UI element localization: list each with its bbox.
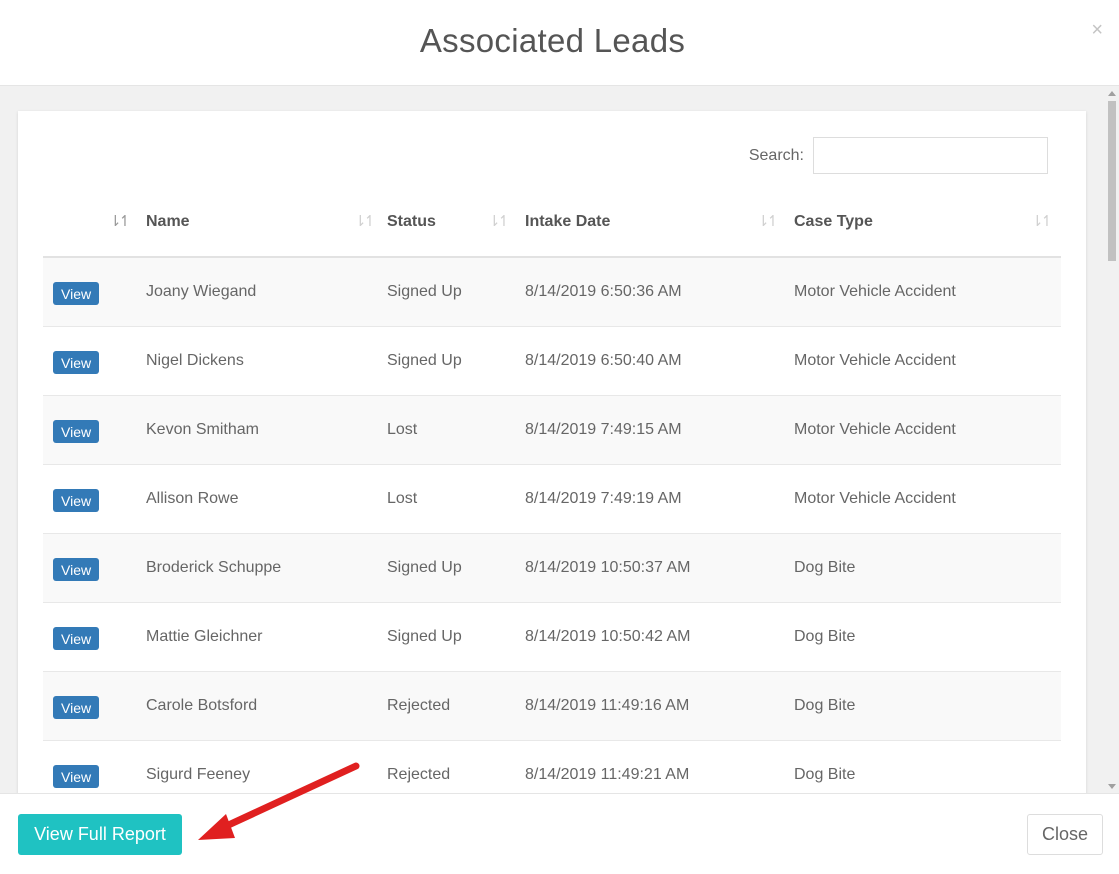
- modal-body: Search: ⇂↿ Name ⇂↿ Status ⇂↿ Intake Date…: [0, 86, 1119, 793]
- action-column-header[interactable]: ⇂↿: [43, 187, 143, 258]
- view-full-report-button[interactable]: View Full Report: [18, 814, 182, 855]
- lead-name: Mattie Gleichner: [146, 627, 263, 645]
- lead-name: Sigurd Feeney: [146, 765, 251, 783]
- lead-name: Joany Wiegand: [146, 282, 257, 300]
- lead-case-type: Motor Vehicle Accident: [794, 395, 1061, 465]
- table-row: View Kevon Smitham Lost 8/14/2019 7:49:1…: [43, 395, 1061, 465]
- lead-status: Lost: [387, 464, 525, 534]
- view-button[interactable]: View: [53, 350, 100, 374]
- view-button[interactable]: View: [53, 281, 100, 305]
- table-row: View Sigurd Feeney Rejected 8/14/2019 11…: [43, 740, 1061, 793]
- view-button[interactable]: View: [53, 557, 100, 581]
- search-bar: Search:: [749, 137, 1048, 174]
- lead-status: Signed Up: [387, 257, 525, 327]
- table-header-row: ⇂↿ Name ⇂↿ Status ⇂↿ Intake Date ⇂↿ Case…: [43, 187, 1061, 258]
- table-row: View Allison Rowe Lost 8/14/2019 7:49:19…: [43, 464, 1061, 534]
- lead-status: Rejected: [387, 671, 525, 741]
- lead-status: Lost: [387, 395, 525, 465]
- table-row: View Mattie Gleichner Signed Up 8/14/201…: [43, 602, 1061, 672]
- sort-icon: ⇂↿: [488, 213, 510, 230]
- search-input[interactable]: [813, 137, 1048, 174]
- status-header-label: Status: [387, 212, 436, 230]
- lead-intake-date: 8/14/2019 11:49:21 AM: [525, 740, 794, 793]
- lead-case-type: Motor Vehicle Accident: [794, 464, 1061, 534]
- intake-date-column-header[interactable]: Intake Date ⇂↿: [525, 187, 794, 258]
- sort-icon: ⇂↿: [1031, 213, 1053, 230]
- table-row: View Carole Botsford Rejected 8/14/2019 …: [43, 671, 1061, 741]
- leads-table: ⇂↿ Name ⇂↿ Status ⇂↿ Intake Date ⇂↿ Case…: [43, 187, 1061, 793]
- lead-name: Kevon Smitham: [146, 420, 259, 438]
- view-button[interactable]: View: [53, 488, 100, 512]
- table-row: View Joany Wiegand Signed Up 8/14/2019 6…: [43, 257, 1061, 327]
- lead-name: Allison Rowe: [146, 489, 239, 507]
- lead-intake-date: 8/14/2019 6:50:36 AM: [525, 257, 794, 327]
- table-row: View Broderick Schuppe Signed Up 8/14/20…: [43, 533, 1061, 603]
- close-button[interactable]: Close: [1027, 814, 1103, 855]
- lead-intake-date: 8/14/2019 7:49:15 AM: [525, 395, 794, 465]
- lead-case-type: Dog Bite: [794, 533, 1061, 603]
- search-label: Search:: [748, 146, 804, 164]
- name-header-label: Name: [146, 212, 190, 230]
- lead-status: Signed Up: [387, 602, 525, 672]
- name-column-header[interactable]: Name ⇂↿: [143, 187, 387, 258]
- case-type-column-header[interactable]: Case Type ⇂↿: [794, 187, 1061, 258]
- lead-case-type: Dog Bite: [794, 671, 1061, 741]
- case-type-header-label: Case Type: [794, 212, 873, 230]
- lead-case-type: Motor Vehicle Accident: [794, 326, 1061, 396]
- view-button[interactable]: View: [53, 626, 100, 650]
- lead-case-type: Dog Bite: [794, 602, 1061, 672]
- lead-intake-date: 8/14/2019 6:50:40 AM: [525, 326, 794, 396]
- view-button[interactable]: View: [53, 764, 100, 788]
- lead-status: Signed Up: [387, 326, 525, 396]
- modal-header: Associated Leads ×: [0, 0, 1119, 86]
- scrollbar-thumb[interactable]: [1108, 101, 1116, 261]
- associated-leads-modal: Associated Leads × Search: ⇂↿ Name ⇂↿ St…: [0, 0, 1119, 874]
- lead-case-type: Dog Bite: [794, 740, 1061, 793]
- sort-icon: ⇂↿: [354, 213, 376, 230]
- modal-title: Associated Leads: [419, 22, 686, 59]
- table-row: View Nigel Dickens Signed Up 8/14/2019 6…: [43, 326, 1061, 396]
- lead-status: Signed Up: [387, 533, 525, 603]
- vertical-scrollbar[interactable]: [1105, 86, 1119, 793]
- leads-table-card: Search: ⇂↿ Name ⇂↿ Status ⇂↿ Intake Date…: [18, 111, 1086, 793]
- view-button[interactable]: View: [53, 695, 100, 719]
- close-icon[interactable]: ×: [1091, 20, 1103, 40]
- lead-intake-date: 8/14/2019 11:49:16 AM: [525, 671, 794, 741]
- lead-name: Carole Botsford: [146, 696, 258, 714]
- lead-name: Broderick Schuppe: [146, 558, 282, 576]
- sort-ascending-icon: ⇂↿: [109, 213, 131, 230]
- intake-date-header-label: Intake Date: [525, 212, 611, 230]
- lead-intake-date: 8/14/2019 10:50:37 AM: [525, 533, 794, 603]
- scroll-down-arrow-icon[interactable]: [1108, 784, 1116, 789]
- lead-name: Nigel Dickens: [146, 351, 244, 369]
- lead-case-type: Motor Vehicle Accident: [794, 257, 1061, 327]
- lead-status: Rejected: [387, 740, 525, 793]
- status-column-header[interactable]: Status ⇂↿: [387, 187, 525, 258]
- sort-icon: ⇂↿: [757, 213, 779, 230]
- view-button[interactable]: View: [53, 419, 100, 443]
- scroll-up-arrow-icon[interactable]: [1108, 91, 1116, 96]
- modal-footer: View Full Report Close: [0, 793, 1119, 874]
- lead-intake-date: 8/14/2019 10:50:42 AM: [525, 602, 794, 672]
- lead-intake-date: 8/14/2019 7:49:19 AM: [525, 464, 794, 534]
